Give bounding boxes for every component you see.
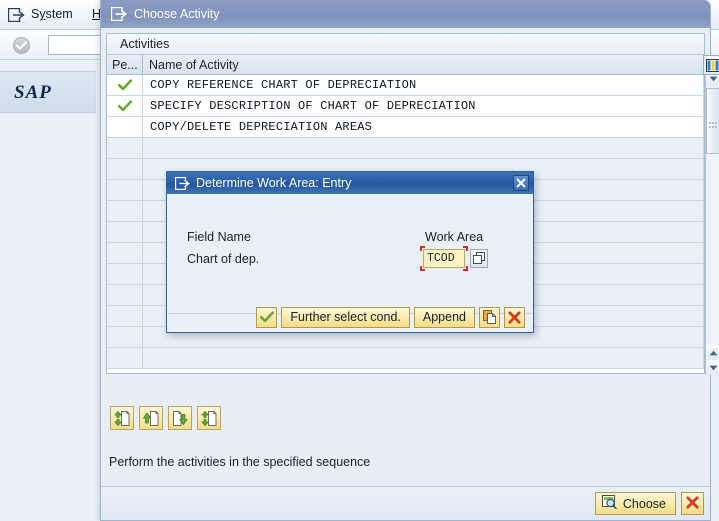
table-row[interactable]: SPECIFY DESCRIPTION OF CHART OF DEPRECIA… — [107, 96, 704, 117]
performed-cell-empty — [107, 348, 143, 368]
cancel-button[interactable] — [681, 492, 704, 515]
append-button[interactable]: Append — [413, 306, 475, 328]
performed-cell-empty — [107, 264, 143, 284]
work-area-dialog-title-text: Determine Work Area: Entry — [196, 176, 352, 190]
activity-name-cell: COPY REFERENCE CHART OF DEPRECIATION — [143, 75, 704, 95]
performed-cell-empty — [107, 138, 143, 158]
triangle-down-icon-bottom[interactable] — [706, 360, 719, 375]
continue-button[interactable] — [256, 306, 278, 328]
performed-cell-empty — [107, 180, 143, 200]
performed-cell-empty — [107, 222, 143, 242]
activities-panel-header: Activities — [107, 34, 704, 55]
sap-logo-band: SAP — [0, 71, 96, 113]
red-x-icon — [508, 310, 521, 324]
exit-arrow-icon — [174, 176, 190, 190]
menu-item-system[interactable]: System — [31, 7, 73, 21]
column-header-performed[interactable]: Pe... — [107, 55, 143, 74]
entry-navigation-toolbar — [106, 406, 226, 434]
table-row-empty[interactable] — [107, 138, 704, 159]
green-check-icon — [107, 75, 143, 95]
scrollbar-thumb[interactable] — [706, 88, 719, 154]
performed-cell-empty — [107, 201, 143, 221]
sap-content-area — [0, 113, 100, 521]
green-check-icon — [259, 311, 274, 323]
further-select-cond-button-label: Further select cond. — [290, 310, 401, 324]
command-field-input[interactable] — [48, 35, 105, 55]
label-field-name: Field Name — [187, 230, 251, 244]
table-row[interactable]: COPY/DELETE DEPRECIATION AREAS — [107, 117, 704, 138]
grip-dots-icon — [709, 118, 717, 128]
performed-cell-empty — [107, 306, 143, 326]
select-magnifier-icon — [601, 495, 617, 512]
green-check-icon — [107, 96, 143, 116]
label-work-area: Work Area — [425, 230, 484, 244]
white-x-icon[interactable] — [513, 175, 529, 191]
multiple-selection-icon[interactable] — [470, 249, 488, 268]
work-area-dialog-body: Field Name Work Area Chart of dep. — [167, 194, 533, 314]
determine-work-area-dialog: Determine Work Area: Entry Field Name Wo… — [166, 171, 534, 333]
choose-activity-title-text: Choose Activity — [134, 7, 220, 21]
activity-name-cell: COPY/DELETE DEPRECIATION AREAS — [143, 117, 704, 137]
work-area-dialog-title-bar: Determine Work Area: Entry — [167, 172, 533, 194]
next-entry-button[interactable] — [168, 406, 192, 430]
exit-arrow-icon — [7, 7, 25, 23]
screen-root: System H SAP Choose Activity Activities … — [0, 0, 719, 521]
table-row[interactable]: COPY REFERENCE CHART OF DEPRECIATION — [107, 75, 704, 96]
column-config-icon[interactable] — [703, 55, 719, 75]
choose-activity-footer: Choose — [101, 486, 710, 520]
further-select-cond-button[interactable]: Further select cond. — [281, 306, 410, 328]
column-header-name-of-activity[interactable]: Name of Activity — [143, 55, 704, 74]
chart-of-dep-field-wrapper — [420, 246, 468, 271]
performed-cell-empty — [107, 285, 143, 305]
menu-system-rest: stem — [45, 7, 73, 21]
first-entry-button[interactable] — [110, 406, 134, 430]
copy-doc-icon — [482, 310, 497, 324]
performed-cell-empty — [107, 327, 143, 347]
exit-arrow-icon — [110, 6, 127, 22]
choose-button[interactable]: Choose — [594, 492, 676, 515]
focus-corner-bottom-left — [420, 266, 425, 271]
enter-checkmark-icon[interactable] — [13, 37, 30, 54]
red-x-icon — [686, 495, 699, 512]
append-button-label: Append — [422, 310, 466, 324]
work-area-dialog-button-row: Further select cond. Append — [167, 302, 533, 332]
focus-corner-top-right — [463, 246, 468, 251]
performed-cell-empty — [107, 159, 143, 179]
label-chart-of-dep: Chart of dep. — [187, 252, 260, 266]
focus-corner-bottom-right — [463, 266, 468, 271]
choose-button-label: Choose — [622, 496, 666, 511]
last-entry-button[interactable] — [197, 406, 221, 430]
copy-button[interactable] — [479, 306, 500, 328]
performed-cell-empty — [107, 117, 143, 137]
performed-cell-empty — [107, 243, 143, 263]
activities-grid-header-row: Pe... Name of Activity — [107, 55, 704, 75]
activity-name-cell-empty — [143, 138, 704, 158]
activities-panel-header-label: Activities — [120, 37, 170, 51]
activities-vertical-scrollbar[interactable] — [705, 55, 719, 375]
chart-of-dep-input[interactable] — [423, 249, 465, 268]
table-row-empty[interactable] — [107, 348, 704, 369]
status-message: Perform the activities in the specified … — [109, 455, 371, 469]
triangle-up-icon-bottom[interactable] — [706, 345, 719, 360]
focus-corner-top-left — [420, 246, 425, 251]
cancel-button[interactable] — [504, 306, 525, 328]
previous-entry-button[interactable] — [139, 406, 163, 430]
activity-name-cell-empty — [143, 348, 704, 368]
choose-activity-title-bar: Choose Activity — [101, 0, 710, 28]
activity-name-cell: SPECIFY DESCRIPTION OF CHART OF DEPRECIA… — [143, 96, 704, 116]
sap-logo: SAP — [14, 82, 52, 103]
